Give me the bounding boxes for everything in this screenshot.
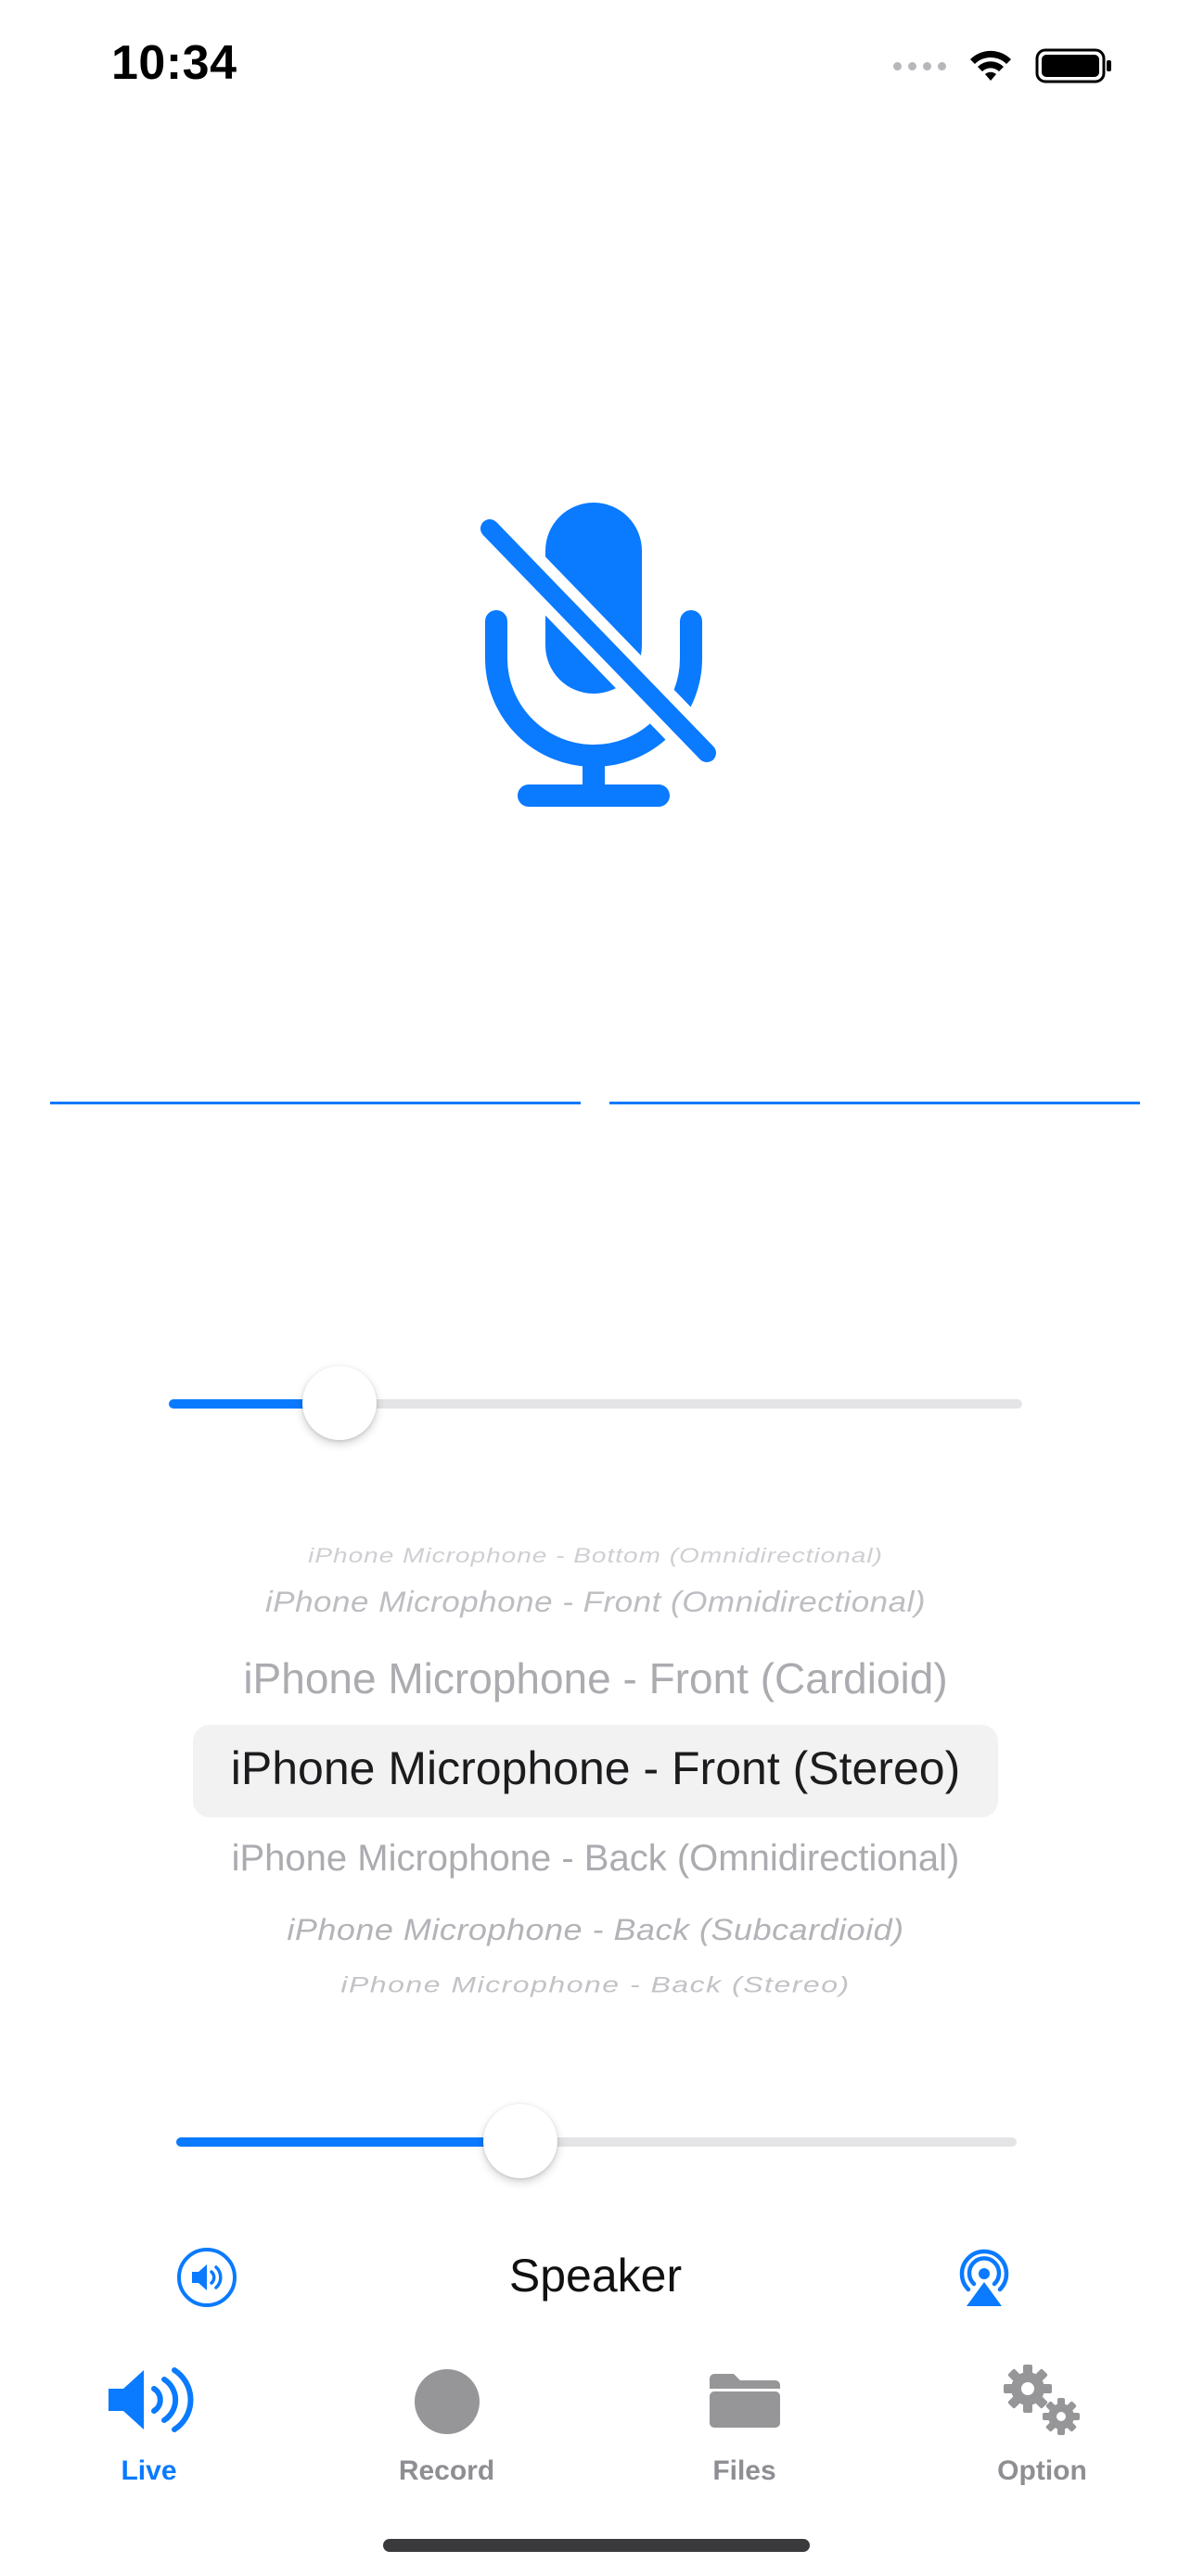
tab-files-label: Files [712, 2455, 776, 2486]
record-icon [414, 2369, 480, 2434]
volume-slider-thumb[interactable] [483, 2104, 558, 2178]
wifi-icon [970, 50, 1011, 81]
airplay-icon [959, 2249, 1009, 2306]
picker-option[interactable]: iPhone Microphone - Front (Omnidirection… [0, 1586, 1191, 1619]
screen: 10:34 iPhone Microphone - Bottom (Omnidi… [0, 0, 1191, 2576]
tab-live-label: Live [121, 2455, 177, 2486]
picker-option[interactable]: iPhone Microphone - Back (Omnidirectiona… [0, 1838, 1191, 1880]
signal-dots-icon [893, 61, 946, 70]
folder-icon [709, 2374, 780, 2428]
level-meter-right [609, 1102, 1140, 1104]
tab-option[interactable]: Option [893, 2346, 1191, 2494]
airplay-button[interactable] [955, 2245, 1013, 2310]
status-bar: 10:34 [0, 0, 1191, 130]
tab-files[interactable]: Files [596, 2346, 893, 2494]
tab-record-label: Record [398, 2455, 495, 2486]
level-meter-left [50, 1102, 581, 1104]
gain-slider-thumb[interactable] [302, 1366, 377, 1440]
picker-option-selected[interactable]: iPhone Microphone - Front (Stereo) [0, 1741, 1191, 1795]
audio-output-row: Speaker [0, 2239, 1191, 2317]
gears-icon [1003, 2365, 1080, 2435]
tab-live[interactable]: Live [0, 2346, 298, 2494]
microphone-picker[interactable]: iPhone Microphone - Bottom (Omnidirectio… [0, 1521, 1191, 2021]
tab-bar: Live Record Files Option [0, 2346, 1191, 2494]
tab-record[interactable]: Record [298, 2346, 596, 2494]
tab-option-label: Option [997, 2455, 1087, 2486]
mic-slash-icon [469, 503, 727, 807]
picker-option[interactable]: iPhone Microphone - Back (Subcardioid) [0, 1912, 1191, 1947]
mic-toggle-button[interactable] [455, 482, 733, 816]
home-indicator[interactable] [383, 2539, 810, 2552]
volume-slider-fill [176, 2137, 521, 2147]
battery-icon [1035, 48, 1111, 83]
gain-slider[interactable] [169, 1365, 1022, 1440]
status-time: 10:34 [111, 36, 237, 90]
speaker-wave-icon [108, 2367, 193, 2432]
picker-option[interactable]: iPhone Microphone - Back (Stereo) [0, 1972, 1191, 1998]
volume-slider[interactable] [176, 2103, 1017, 2178]
picker-option[interactable]: iPhone Microphone - Front (Cardioid) [0, 1653, 1191, 1703]
status-icons [893, 43, 1113, 89]
picker-option[interactable]: iPhone Microphone - Bottom (Omnidirectio… [0, 1544, 1191, 1568]
